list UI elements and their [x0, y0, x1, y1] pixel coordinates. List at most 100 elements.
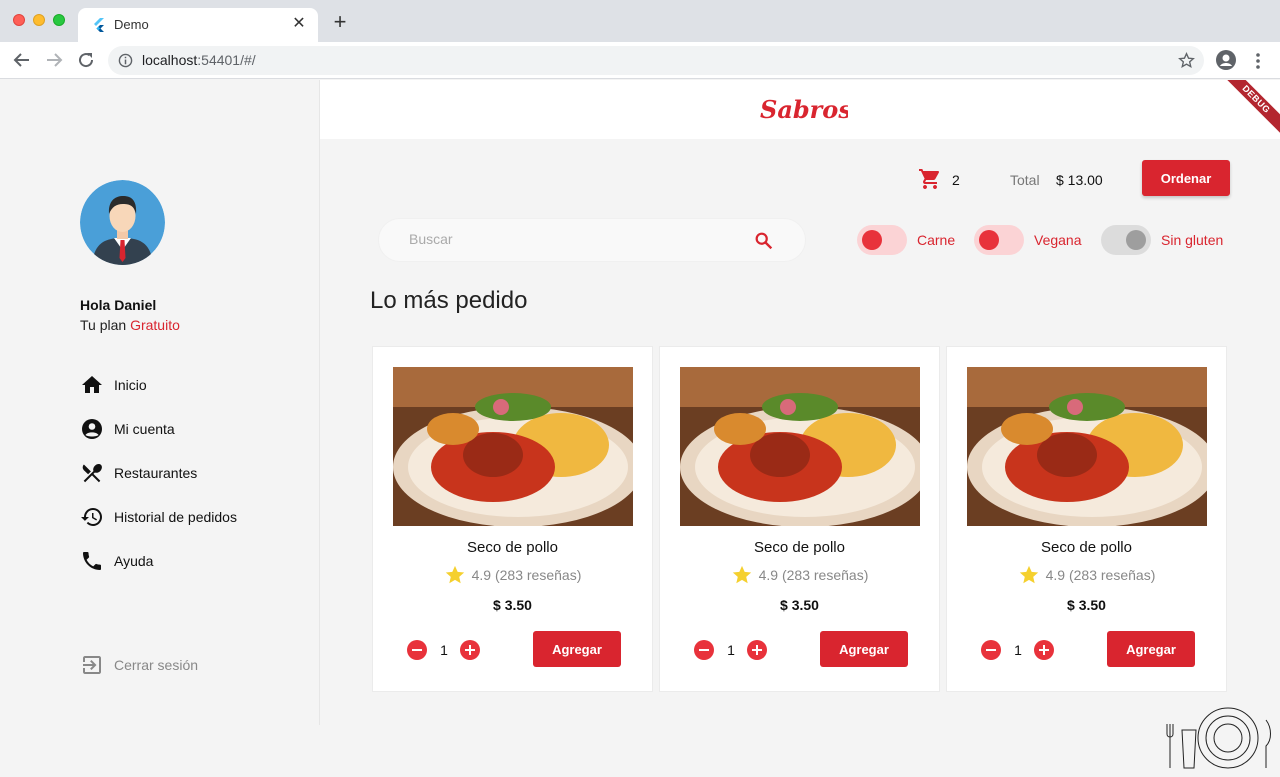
logout-icon: [83, 656, 101, 674]
order-button[interactable]: Ordenar: [1142, 160, 1230, 196]
phone-icon: [83, 552, 101, 570]
quantity-value: 1: [727, 642, 735, 658]
sidebar-item-historial[interactable]: Historial de pedidos: [80, 505, 237, 529]
filter-label: Carne: [917, 232, 956, 248]
product-price: $ 3.50: [493, 597, 532, 613]
restaurant-icon: [82, 464, 102, 483]
sidebar-item-label: Restaurantes: [114, 465, 198, 481]
star-icon: [732, 565, 751, 584]
debug-label: DEBUG: [1220, 80, 1280, 140]
logout-label: Cerrar sesión: [114, 657, 199, 673]
tableware-illustration-icon: [1166, 707, 1271, 769]
avatar: [80, 180, 165, 265]
filter-carne: Carne: [857, 225, 955, 255]
increase-quantity-button[interactable]: [747, 640, 767, 660]
app-header: Sabroso DEBUG: [320, 80, 1280, 140]
search-input[interactable]: [409, 231, 739, 247]
sidebar-item-inicio[interactable]: Inicio: [80, 373, 147, 397]
maximize-window-button[interactable]: [53, 14, 65, 26]
product-image: [680, 367, 920, 526]
bookmark-star-icon[interactable]: [1178, 52, 1195, 69]
rating-text: 4.9 (283 reseñas): [1045, 567, 1156, 583]
sin-gluten-toggle[interactable]: [1101, 225, 1151, 255]
rating-text: 4.9 (283 reseñas): [758, 567, 869, 583]
decrease-quantity-button[interactable]: [694, 640, 714, 660]
quantity-value: 1: [440, 642, 448, 658]
close-window-button[interactable]: [13, 14, 25, 26]
history-icon: [81, 508, 102, 526]
url-text: localhost:54401/#/: [142, 52, 256, 68]
carne-toggle[interactable]: [857, 225, 907, 255]
sidebar-item-label: Inicio: [114, 377, 147, 393]
logout-button[interactable]: Cerrar sesión: [80, 653, 198, 677]
back-arrow-icon[interactable]: [12, 50, 32, 70]
filter-label: Vegana: [1034, 232, 1082, 248]
user-avatar-image: [80, 180, 165, 265]
product-image: [967, 367, 1207, 526]
filter-vegana: Vegana: [974, 225, 1082, 255]
debug-banner: DEBUG: [1220, 80, 1280, 140]
product-price: $ 3.50: [780, 597, 819, 613]
increase-quantity-button[interactable]: [1034, 640, 1054, 660]
sidebar-item-label: Historial de pedidos: [114, 509, 237, 525]
greeting-text: Hola Daniel: [80, 297, 157, 313]
home-icon: [82, 376, 102, 393]
more-menu-icon[interactable]: [1250, 51, 1266, 71]
product-image: [393, 367, 633, 526]
search-icon[interactable]: [753, 230, 775, 252]
sidebar-item-label: Mi cuenta: [114, 421, 175, 437]
sidebar-item-ayuda[interactable]: Ayuda: [80, 549, 153, 573]
add-to-cart-button[interactable]: Agregar: [1107, 631, 1195, 667]
add-to-cart-button[interactable]: Agregar: [820, 631, 908, 667]
product-name: Seco de pollo: [754, 539, 845, 556]
add-to-cart-button[interactable]: Agregar: [533, 631, 621, 667]
plan-value[interactable]: Gratuito: [130, 317, 180, 333]
browser-tab[interactable]: Demo ✕: [78, 8, 318, 42]
product-card: Seco de pollo 4.9 (283 reseñas) $ 3.50 1…: [946, 346, 1227, 692]
browser-toolbar: localhost:54401/#/: [0, 42, 1280, 79]
decrease-quantity-button[interactable]: [981, 640, 1001, 660]
product-card: Seco de pollo 4.9 (283 reseñas) $ 3.50 1…: [659, 346, 940, 692]
sidebar: Hola Daniel Tu plan Gratuito Inicio Mi c…: [0, 80, 320, 725]
product-rating: 4.9 (283 reseñas): [947, 564, 1226, 586]
product-rating: 4.9 (283 reseñas): [660, 564, 939, 586]
cart-count: 2: [952, 172, 960, 188]
info-icon[interactable]: [118, 53, 133, 68]
rating-text: 4.9 (283 reseñas): [471, 567, 582, 583]
search-bar: [378, 218, 806, 262]
decrease-quantity-button[interactable]: [407, 640, 427, 660]
star-icon: [1019, 565, 1038, 584]
total-label: Total: [1010, 172, 1040, 188]
product-name: Seco de pollo: [1041, 539, 1132, 556]
filter-label: Sin gluten: [1161, 232, 1224, 248]
plan-text: Tu plan Gratuito: [80, 317, 180, 333]
address-bar[interactable]: localhost:54401/#/: [108, 46, 1204, 75]
flutter-icon: [94, 18, 104, 32]
logo-text: Sabroso: [760, 95, 848, 124]
account-icon: [82, 419, 102, 439]
profile-icon[interactable]: [1216, 50, 1236, 70]
tab-close-icon[interactable]: ✕: [290, 15, 308, 33]
increase-quantity-button[interactable]: [460, 640, 480, 660]
product-rating: 4.9 (283 reseñas): [373, 564, 652, 586]
tab-title: Demo: [114, 17, 149, 32]
sabroso-logo: Sabroso: [760, 95, 848, 124]
product-price: $ 3.50: [1067, 597, 1106, 613]
sidebar-item-mi-cuenta[interactable]: Mi cuenta: [80, 417, 175, 441]
total-value: $ 13.00: [1056, 172, 1103, 188]
cart-icon[interactable]: [918, 167, 942, 191]
new-tab-button[interactable]: +: [330, 11, 350, 33]
browser-titlebar: Demo ✕ +: [0, 0, 1280, 42]
reload-icon[interactable]: [76, 50, 96, 70]
star-icon: [445, 565, 464, 584]
plan-label: Tu plan: [80, 317, 127, 333]
minimize-window-button[interactable]: [33, 14, 45, 26]
quantity-value: 1: [1014, 642, 1022, 658]
product-card: Seco de pollo 4.9 (283 reseñas) $ 3.50 1…: [372, 346, 653, 692]
vegana-toggle[interactable]: [974, 225, 1024, 255]
filter-sin-gluten: Sin gluten: [1101, 225, 1223, 255]
sidebar-item-label: Ayuda: [114, 553, 154, 569]
section-title: Lo más pedido: [370, 287, 528, 314]
forward-arrow-icon[interactable]: [44, 50, 64, 70]
sidebar-item-restaurantes[interactable]: Restaurantes: [80, 461, 197, 485]
